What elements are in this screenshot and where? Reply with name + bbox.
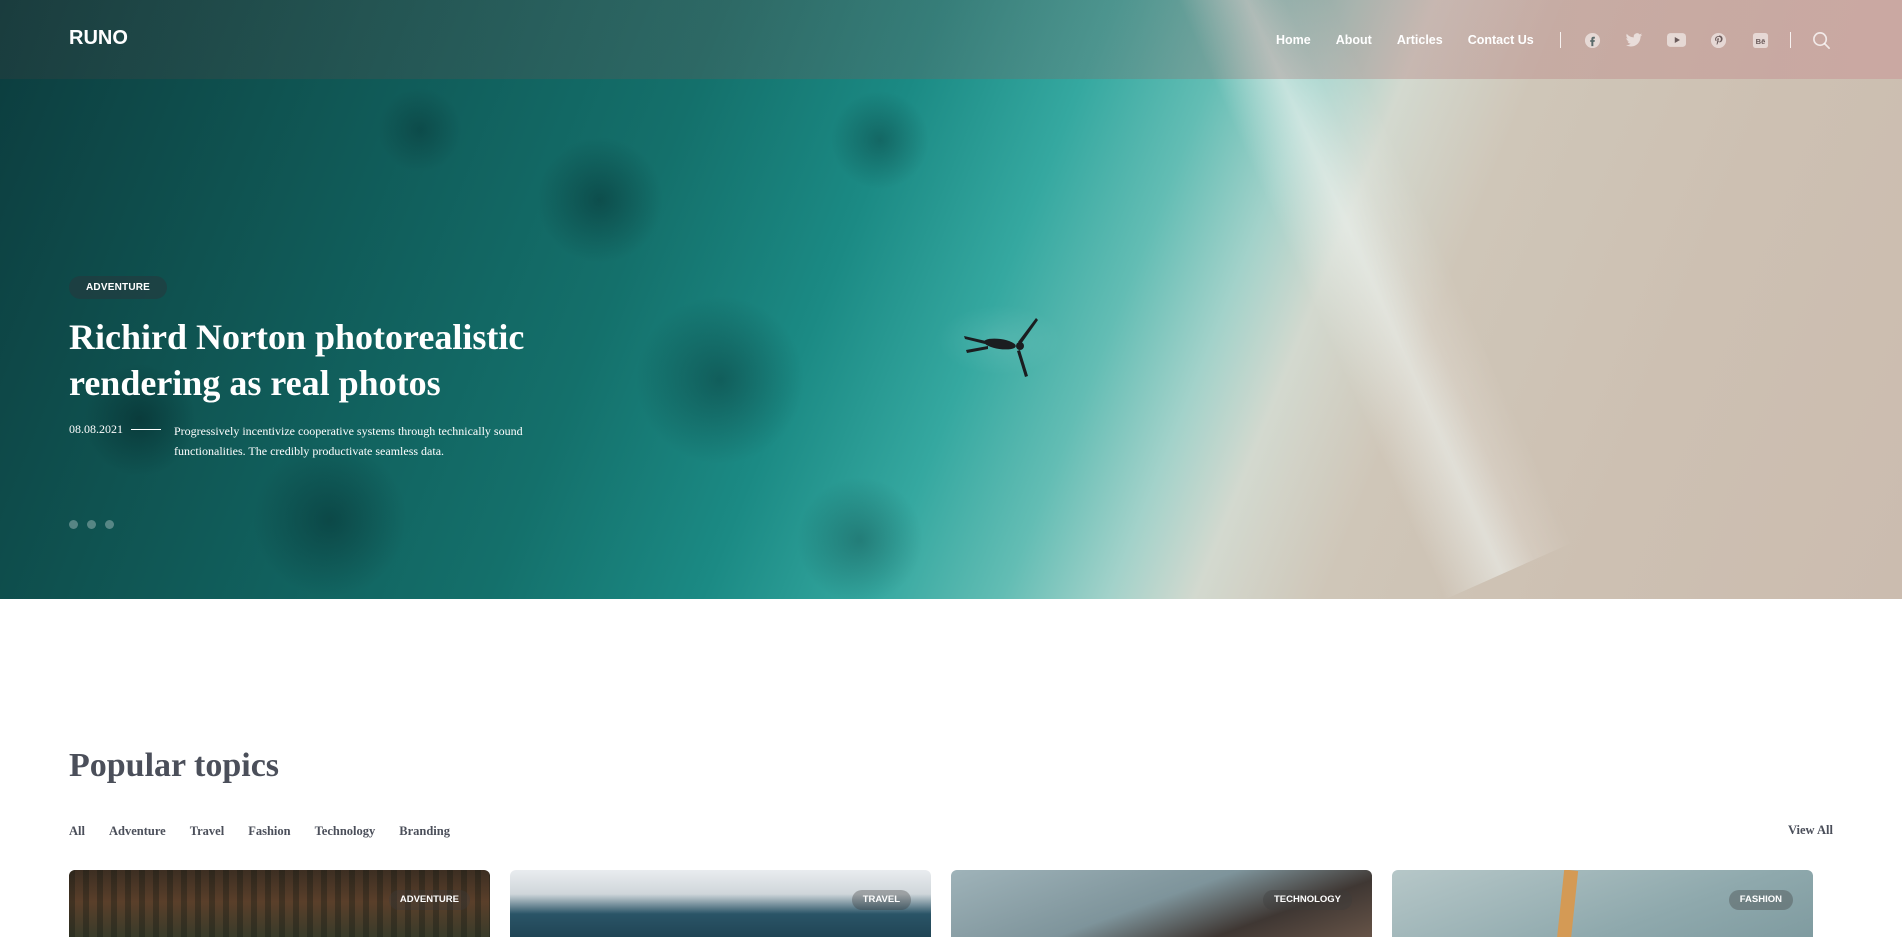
filter-all[interactable]: All	[69, 824, 85, 839]
topic-card-adventure[interactable]: ADVENTURE	[69, 870, 490, 937]
filter-branding[interactable]: Branding	[399, 824, 450, 839]
hero-category-badge[interactable]: ADVENTURE	[69, 276, 168, 299]
slider-dot-3[interactable]	[105, 520, 114, 529]
nav-item-home[interactable]: Home	[1276, 33, 1311, 47]
site-logo[interactable]: RUNO	[69, 27, 128, 50]
nav-item-articles[interactable]: Articles	[1397, 33, 1443, 47]
behance-icon[interactable]: Bē	[1750, 30, 1770, 50]
slider-dot-2[interactable]	[87, 520, 96, 529]
topic-filters: All Adventure Travel Fashion Technology …	[69, 824, 474, 839]
facebook-icon[interactable]	[1582, 30, 1602, 50]
main-nav: Home About Articles Contact Us	[1276, 32, 1559, 48]
hero-background-reef	[0, 0, 1902, 599]
twitter-icon[interactable]	[1624, 30, 1644, 50]
view-all-link[interactable]: View All	[1788, 823, 1833, 838]
hero-banner: ADVENTURE Richird Norton photorealistic …	[0, 0, 1902, 599]
pinterest-icon[interactable]	[1708, 30, 1728, 50]
topic-card-fashion[interactable]: FASHION	[1392, 870, 1813, 937]
nav-item-contact[interactable]: Contact Us	[1468, 33, 1534, 47]
svg-text:Bē: Bē	[1755, 36, 1765, 45]
swimmer-figure	[964, 318, 1038, 377]
hero-title[interactable]: Richird Norton photorealistic rendering …	[69, 314, 589, 406]
youtube-icon[interactable]	[1666, 30, 1686, 50]
card-category-badge[interactable]: ADVENTURE	[388, 890, 470, 910]
card-category-badge[interactable]: TRAVEL	[851, 890, 911, 910]
slider-dot-1[interactable]	[69, 520, 78, 529]
search-icon[interactable]	[1812, 31, 1831, 55]
social-links: Bē	[1582, 30, 1792, 50]
nav-divider-2	[1790, 32, 1791, 48]
filter-fashion[interactable]: Fashion	[248, 824, 290, 839]
filter-technology[interactable]: Technology	[315, 824, 376, 839]
topic-card-technology[interactable]: TECHNOLOGY	[951, 870, 1372, 937]
card-category-badge[interactable]: TECHNOLOGY	[1262, 890, 1352, 910]
hero-date: 08.08.2021	[69, 422, 123, 436]
nav-divider	[1560, 32, 1561, 48]
topic-card-travel[interactable]: TRAVEL	[510, 870, 931, 937]
filter-travel[interactable]: Travel	[190, 824, 224, 839]
site-header: RUNO Home About Articles Contact Us Bē	[0, 0, 1902, 79]
hero-divider	[131, 429, 161, 430]
filter-adventure[interactable]: Adventure	[109, 824, 166, 839]
nav-item-about[interactable]: About	[1336, 33, 1372, 47]
card-category-badge[interactable]: FASHION	[1728, 890, 1793, 910]
hero-description: Progressively incentivize cooperative sy…	[174, 424, 523, 458]
section-title-popular-topics: Popular topics	[69, 747, 280, 784]
slider-dots	[69, 520, 123, 529]
